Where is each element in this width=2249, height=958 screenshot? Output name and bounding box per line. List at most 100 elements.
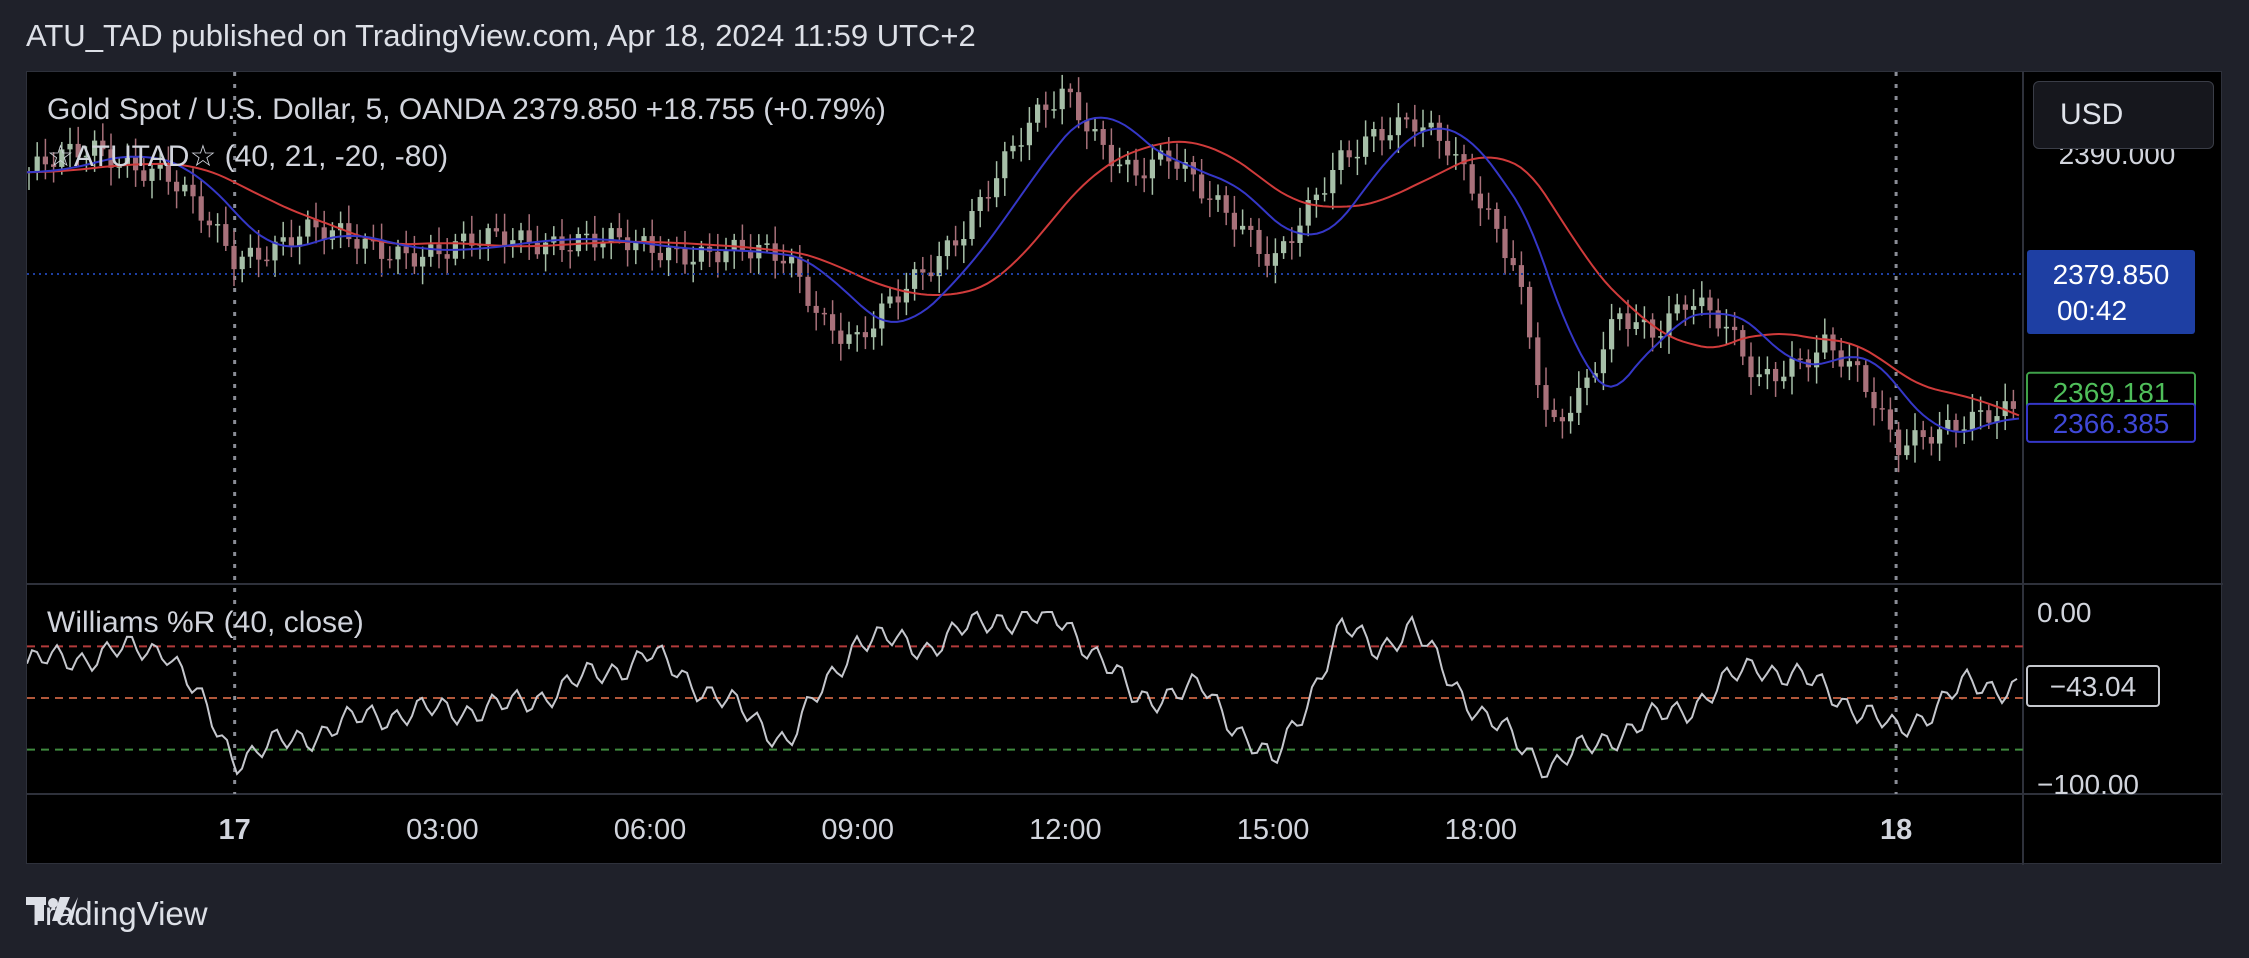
candle-body xyxy=(1207,198,1213,200)
candle-body xyxy=(1797,358,1803,360)
candle-body xyxy=(1395,117,1401,136)
candle-body xyxy=(1059,88,1065,110)
candle-body xyxy=(1494,208,1500,229)
candle-body xyxy=(616,228,622,238)
candle-body xyxy=(2010,401,2016,409)
candle-body xyxy=(1272,253,1278,266)
candle-body xyxy=(1863,365,1869,392)
candle-body xyxy=(444,254,450,259)
candle-body xyxy=(862,332,868,338)
candle-body xyxy=(994,178,1000,198)
candle-body xyxy=(764,243,770,245)
candle-body xyxy=(1338,150,1344,170)
candle-body xyxy=(256,247,262,260)
candle-body xyxy=(231,245,237,270)
candle-body xyxy=(584,233,590,236)
candle-body xyxy=(1477,193,1483,209)
candle-body xyxy=(428,244,434,257)
time-label-1500: 15:00 xyxy=(1237,814,1310,846)
candle-body xyxy=(1633,322,1639,329)
time-label-17: 17 xyxy=(219,814,251,846)
candle-body xyxy=(1584,377,1590,388)
candle-body xyxy=(1576,387,1582,413)
candle-body xyxy=(1256,229,1262,254)
candle-body xyxy=(559,236,565,251)
candle-body xyxy=(1945,419,1951,430)
candle-body xyxy=(198,196,204,221)
candle-body xyxy=(1789,358,1795,377)
candle-body xyxy=(838,330,844,344)
candle-body xyxy=(190,184,196,197)
wpr-scale-top: 0.00 xyxy=(2037,597,2092,628)
candle-body xyxy=(1264,253,1270,266)
candle-body xyxy=(1559,417,1565,422)
candle-body xyxy=(1855,361,1861,366)
candle-body xyxy=(690,261,696,265)
candle-body xyxy=(1846,361,1852,367)
candle-body xyxy=(526,230,532,243)
candle-body xyxy=(305,219,311,237)
candle-body xyxy=(1986,410,1992,423)
candle-body xyxy=(1978,410,1984,412)
candle-body xyxy=(575,233,581,252)
candle-body xyxy=(1379,129,1385,141)
candle-body xyxy=(1010,145,1016,152)
candle-body xyxy=(1076,92,1082,121)
candle-body xyxy=(215,224,221,226)
time-label-1800: 18:00 xyxy=(1444,814,1517,846)
candle-body xyxy=(321,227,327,240)
candle-body xyxy=(1289,241,1295,243)
tradingview-logo[interactable]: TradingView xyxy=(26,895,208,933)
candle-body xyxy=(1453,154,1459,156)
candle-body xyxy=(362,238,368,249)
tradingview-icon xyxy=(26,897,78,921)
candle-body xyxy=(1510,258,1516,266)
candle-body xyxy=(223,224,229,246)
symbol-legend[interactable]: Gold Spot / U.S. Dollar, 5, OANDA 2379.8… xyxy=(47,93,886,127)
williams-legend[interactable]: Williams %R (40, close) xyxy=(47,606,364,640)
last-price-label: 2379.850 xyxy=(2053,259,2170,290)
candle-body xyxy=(1043,104,1049,110)
candle-body xyxy=(1928,437,1934,444)
candle-body xyxy=(1330,169,1336,194)
candle-body xyxy=(1215,195,1221,200)
candle-body xyxy=(723,251,729,263)
candle-body xyxy=(830,314,836,331)
candle-body xyxy=(1469,164,1475,194)
candle-body xyxy=(1092,129,1098,132)
candle-body xyxy=(1240,225,1246,230)
candle-body xyxy=(592,233,598,248)
candle-body xyxy=(403,246,409,254)
candle-body xyxy=(288,237,294,247)
time-label-1200: 12:00 xyxy=(1029,814,1102,846)
candle-body xyxy=(1740,330,1746,357)
currency-button[interactable]: USD xyxy=(2033,81,2214,149)
candle-body xyxy=(1871,391,1877,409)
candle-body xyxy=(666,247,672,261)
candle-body xyxy=(1830,334,1836,351)
candle-body xyxy=(1600,349,1606,374)
candle-body xyxy=(715,251,721,263)
candle-body xyxy=(1371,129,1377,137)
candle-body xyxy=(1248,225,1254,230)
candle-body xyxy=(657,252,663,261)
indicator-legend[interactable]: ☆ATUTAD☆ (40, 21, -20, -80) xyxy=(47,139,448,174)
candle-body xyxy=(821,312,827,315)
candle-body xyxy=(1354,156,1360,159)
candle-body xyxy=(206,220,212,226)
candle-body xyxy=(1313,194,1319,201)
candle-body xyxy=(1887,409,1893,430)
ma-blue-value: 2366.385 xyxy=(2053,408,2170,439)
candle-body xyxy=(1781,376,1787,382)
candle-body xyxy=(1117,164,1123,167)
candle-body xyxy=(485,228,491,245)
candle-body xyxy=(1174,161,1180,169)
candle-body xyxy=(493,228,499,232)
candle-body xyxy=(1035,104,1041,123)
candle-body xyxy=(854,332,860,335)
candle-body xyxy=(789,256,795,264)
candle-body xyxy=(1543,385,1549,410)
candle-body xyxy=(34,156,40,172)
chart-area[interactable]: 2390.000 2379.850 00:42 2369.181 2366.385 0.0… xyxy=(26,71,2223,865)
candle-body xyxy=(1346,150,1352,158)
